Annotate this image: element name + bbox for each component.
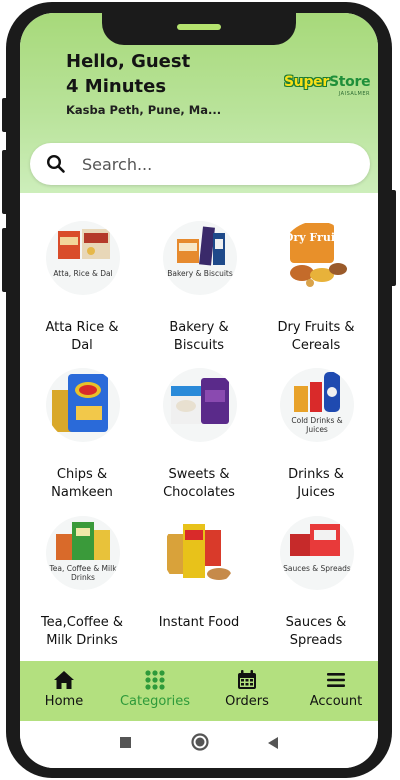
grid-icon xyxy=(145,670,165,690)
nav-home[interactable]: Home xyxy=(20,661,109,721)
nav-categories-label: Categories xyxy=(119,694,191,709)
category-sauces-spreads[interactable]: Sauces & Spreads Sauces & Spreads xyxy=(257,516,375,656)
sauces-spreads-icon: Sauces & Spreads xyxy=(280,516,354,590)
category-label: Drinks & Juices xyxy=(288,467,344,500)
search-bar[interactable] xyxy=(30,143,370,185)
sweets-chocolates-icon xyxy=(163,368,237,442)
home-icon xyxy=(54,671,74,689)
tea-coffee-icon: Tea, Coffee & Milk Drinks xyxy=(46,516,120,590)
phone-side-button xyxy=(2,98,8,132)
phone-notch xyxy=(102,13,296,45)
phone-side-button xyxy=(390,190,396,286)
category-label: Sweets & Chocolates xyxy=(163,467,235,500)
greeting-text: Hello, Guest xyxy=(66,51,191,72)
dry-fruit-pack-text: Dry Fruit xyxy=(284,231,341,244)
phone-side-button xyxy=(2,228,8,292)
category-label: Dry Fruits & Cereals xyxy=(277,320,355,353)
super-store-logo: SuperStore JAISALMER xyxy=(284,73,376,101)
bakery-biscuits-caption: Bakery & Biscuits xyxy=(167,269,233,278)
chips-namkeen-icon xyxy=(46,368,120,442)
nav-home-label: Home xyxy=(44,694,84,709)
drinks-juices-caption: Cold Drinks & Juices xyxy=(291,416,343,434)
home-circle-icon[interactable] xyxy=(190,732,210,752)
category-sweets-chocolates[interactable]: Sweets & Chocolates xyxy=(140,368,258,508)
logo-super-text: Super xyxy=(284,74,329,90)
bottom-nav: Home Categories Orders Account xyxy=(20,661,378,721)
delivery-address[interactable]: Kasba Peth, Pune, Ma... xyxy=(66,103,221,117)
phone-side-button xyxy=(2,150,8,214)
nav-account-label: Account xyxy=(309,694,363,709)
back-icon[interactable] xyxy=(265,735,281,751)
calendar-icon xyxy=(238,670,256,689)
category-chips-namkeen[interactable]: Chips & Namkeen xyxy=(23,368,141,508)
category-label: Instant Food xyxy=(158,615,240,630)
category-bakery-biscuits[interactable]: Bakery & Biscuits Bakery & Biscuits xyxy=(140,221,258,361)
logo-store-text: Store xyxy=(328,74,371,90)
system-nav-bar xyxy=(20,721,378,768)
category-label: Atta Rice & Dal xyxy=(45,320,119,353)
search-input[interactable] xyxy=(82,153,352,175)
nav-orders-label: Orders xyxy=(225,694,269,709)
category-drinks-juices[interactable]: Cold Drinks & Juices Drinks & Juices xyxy=(257,368,375,508)
drinks-juices-icon: Cold Drinks & Juices xyxy=(280,368,354,442)
instant-food-icon xyxy=(163,516,237,590)
category-label: Chips & Namkeen xyxy=(51,467,113,500)
nav-account[interactable]: Account xyxy=(291,661,378,721)
delivery-eta: 4 Minutes xyxy=(66,76,167,97)
category-label: Tea,Coffee & Milk Drinks xyxy=(40,615,124,648)
recents-icon[interactable] xyxy=(118,735,134,751)
nav-categories[interactable]: Categories xyxy=(110,661,200,721)
bakery-biscuits-icon: Bakery & Biscuits xyxy=(163,221,237,295)
dry-fruits-icon: Dry Fruit xyxy=(280,221,354,295)
speaker-grille xyxy=(177,24,221,30)
atta-rice-dal-caption: Atta, Rice & Dal xyxy=(53,269,113,278)
category-dry-fruits-cereals[interactable]: Dry Fruit Dry Fruits & Cereals xyxy=(257,221,375,361)
menu-icon xyxy=(327,673,345,687)
category-tea-coffee-milk[interactable]: Tea, Coffee & Milk Drinks Tea,Coffee & M… xyxy=(23,516,141,656)
category-label: Sauces & Spreads xyxy=(285,615,347,648)
category-label: Bakery & Biscuits xyxy=(169,320,229,353)
tea-coffee-caption: Tea, Coffee & Milk Drinks xyxy=(49,564,117,582)
category-instant-food[interactable]: Instant Food xyxy=(140,516,258,656)
sauces-spreads-caption: Sauces & Spreads xyxy=(283,564,351,573)
app-screen: Hello, Guest 4 Minutes Kasba Peth, Pune,… xyxy=(20,13,378,768)
logo-subtitle: JAISALMER xyxy=(338,91,370,97)
atta-rice-dal-icon: Atta, Rice & Dal xyxy=(46,221,120,295)
search-icon xyxy=(46,154,65,173)
nav-orders[interactable]: Orders xyxy=(202,661,292,721)
category-atta-rice-dal[interactable]: Atta, Rice & Dal Atta Rice & Dal xyxy=(23,221,141,361)
